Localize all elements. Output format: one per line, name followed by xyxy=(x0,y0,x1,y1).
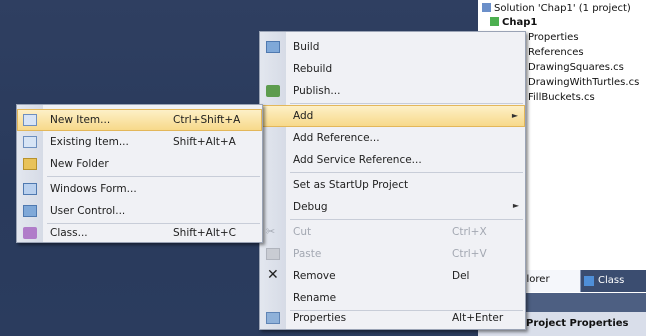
menu-item-remove[interactable]: ✕ Remove Del xyxy=(260,265,525,287)
windows-form-icon xyxy=(23,183,37,195)
tree-item-file[interactable]: DrawingSquares.cs xyxy=(528,60,624,75)
project-icon xyxy=(490,17,499,26)
menu-item-paste[interactable]: Paste Ctrl+V xyxy=(260,243,525,265)
menu-item-rename[interactable]: Rename xyxy=(260,287,525,309)
new-item-icon xyxy=(23,114,37,126)
menu-item-cut[interactable]: ✂ Cut Ctrl+X xyxy=(260,221,525,243)
menu-item-new-item[interactable]: New Item... Ctrl+Shift+A xyxy=(17,109,262,131)
tab-class-view[interactable]: Class xyxy=(582,270,646,292)
solution-icon xyxy=(482,3,491,12)
properties-icon xyxy=(266,312,280,324)
menu-item-build[interactable]: Build xyxy=(260,36,525,58)
menu-item-publish[interactable]: Publish... xyxy=(260,80,525,102)
menu-item-add-reference[interactable]: Add Reference... xyxy=(260,127,525,149)
existing-item-icon xyxy=(23,136,37,148)
menu-item-add-service-reference[interactable]: Add Service Reference... xyxy=(260,149,525,171)
menu-item-debug[interactable]: Debug ► xyxy=(260,196,525,218)
tree-item-file[interactable]: FillBuckets.cs xyxy=(528,90,595,105)
tree-item-references[interactable]: References xyxy=(528,45,584,60)
project-node[interactable]: Chap1 xyxy=(482,15,537,30)
class-view-icon xyxy=(584,276,594,286)
menu-item-set-startup[interactable]: Set as StartUp Project xyxy=(260,174,525,196)
paste-icon xyxy=(266,248,280,260)
project-context-menu: Build Rebuild Publish... Add ► Add Refer… xyxy=(259,31,526,330)
menu-item-user-control[interactable]: User Control... xyxy=(17,200,262,222)
user-control-icon xyxy=(23,205,37,217)
menu-item-rebuild[interactable]: Rebuild xyxy=(260,58,525,80)
menu-item-existing-item[interactable]: Existing Item... Shift+Alt+A xyxy=(17,131,262,153)
solution-node[interactable]: Solution 'Chap1' (1 project) xyxy=(482,1,631,16)
menu-separator xyxy=(290,103,523,104)
menu-item-windows-form[interactable]: Windows Form... xyxy=(17,178,262,200)
submenu-arrow-icon: ► xyxy=(511,111,518,120)
tree-item-properties[interactable]: Properties xyxy=(528,30,579,45)
scissors-icon: ✂ xyxy=(266,225,276,238)
menu-item-new-folder[interactable]: New Folder xyxy=(17,153,262,175)
remove-x-icon: ✕ xyxy=(267,267,279,283)
build-icon xyxy=(266,41,280,53)
menu-separator xyxy=(47,176,260,177)
menu-separator xyxy=(290,219,523,220)
add-submenu: New Item... Ctrl+Shift+A Existing Item..… xyxy=(16,104,263,243)
class-icon xyxy=(23,227,37,239)
submenu-arrow-icon: ► xyxy=(512,201,519,210)
publish-icon xyxy=(266,85,280,97)
menu-item-properties[interactable]: Properties Alt+Enter xyxy=(260,307,525,329)
menu-item-add[interactable]: Add ► xyxy=(260,105,525,127)
menu-separator xyxy=(290,172,523,173)
tree-item-file[interactable]: DrawingWithTurtles.cs xyxy=(528,75,639,90)
folder-icon xyxy=(23,158,37,170)
menu-item-class[interactable]: Class... Shift+Alt+C xyxy=(17,222,262,244)
